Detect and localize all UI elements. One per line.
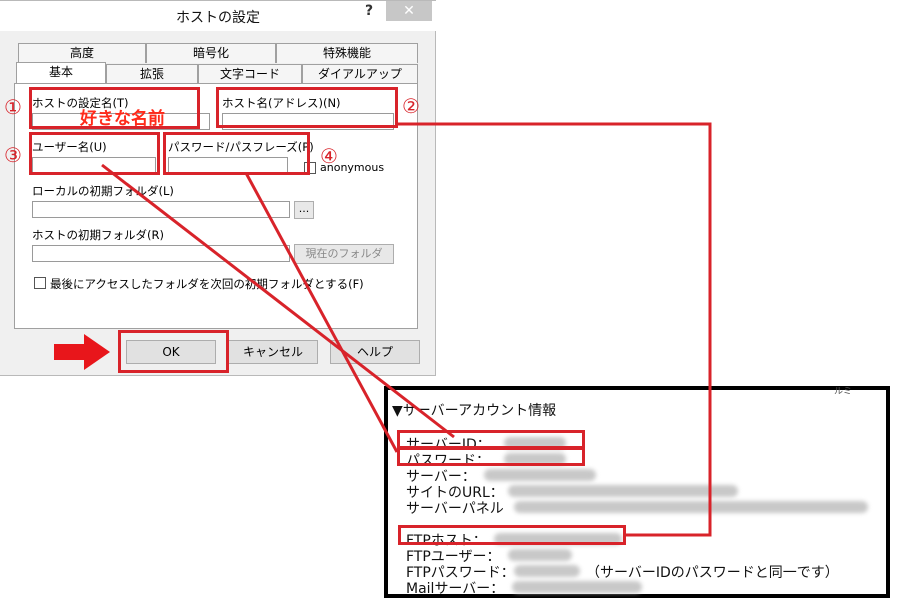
help-button[interactable]: ヘルプ <box>330 340 420 364</box>
marker-2: ② <box>402 94 420 118</box>
corner-mark: ルミ <box>833 387 852 397</box>
server-account-info-box: ルミ ▼サーバーアカウント情報 サーバーID： パスワード： サーバー： サイト… <box>384 386 890 598</box>
tab-special[interactable]: 特殊機能 <box>276 43 418 63</box>
cancel-button[interactable]: キャンセル <box>228 340 318 364</box>
host-name-note: 好きな名前 <box>80 109 165 129</box>
host-name-highlight <box>216 87 398 128</box>
host-settings-dialog: ホストの設定 ? ✕ 高度 暗号化 特殊機能 基本 拡張 文字コード ダイアルア… <box>0 0 436 376</box>
last-folder-checkbox[interactable] <box>34 277 46 289</box>
server-panel-label: サーバーパネル <box>406 501 504 517</box>
redacted-server-panel <box>514 501 868 513</box>
local-folder-label: ローカルの初期フォルダ(L) <box>32 184 174 198</box>
ok-highlight <box>118 330 229 373</box>
tab-charset[interactable]: 文字コード <box>198 64 302 84</box>
help-icon[interactable]: ? <box>356 3 382 23</box>
info-title: ▼サーバーアカウント情報 <box>392 403 557 419</box>
password-highlight <box>163 132 310 175</box>
marker-4: ④ <box>320 144 338 168</box>
password-info-highlight <box>397 447 585 466</box>
username-highlight <box>29 132 160 175</box>
redacted-server <box>484 469 596 481</box>
host-folder-label: ホストの初期フォルダ(R) <box>32 228 164 242</box>
ftp-password-note: （サーバーIDのパスワードと同一です） <box>586 565 839 581</box>
redacted-mail-server <box>512 581 642 593</box>
redacted-ftp-user <box>508 549 572 561</box>
tab-extended[interactable]: 拡張 <box>106 64 198 84</box>
marker-1: ① <box>4 95 22 119</box>
redacted-ftp-password <box>514 565 580 577</box>
marker-3: ③ <box>4 143 22 167</box>
tab-dialup[interactable]: ダイアルアップ <box>302 64 418 84</box>
title-bar: ホストの設定 ? ✕ <box>0 1 436 31</box>
mail-server-label: Mailサーバー： <box>406 581 505 597</box>
tab-encryption[interactable]: 暗号化 <box>146 43 276 63</box>
close-icon[interactable]: ✕ <box>386 1 432 21</box>
browse-local-button[interactable]: ... <box>294 201 314 219</box>
current-folder-button[interactable]: 現在のフォルダ <box>294 244 394 264</box>
redacted-site-url <box>508 485 738 497</box>
last-folder-label: 最後にアクセスしたフォルダを次回の初期フォルダとする(F) <box>50 277 364 291</box>
tab-basic[interactable]: 基本 <box>16 62 106 84</box>
ftp-host-highlight <box>398 525 626 545</box>
local-folder-input[interactable] <box>32 201 290 218</box>
host-folder-input[interactable] <box>32 245 290 262</box>
tab-advanced[interactable]: 高度 <box>18 43 146 63</box>
